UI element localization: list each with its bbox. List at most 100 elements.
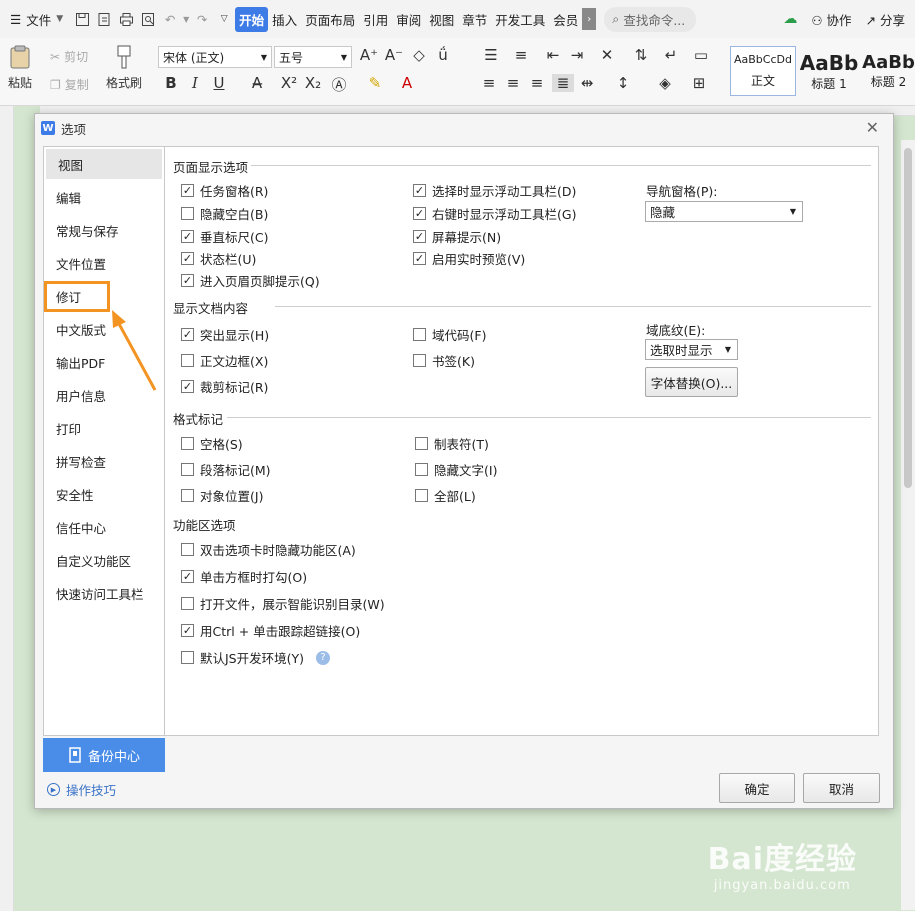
double-click-hide-ribbon-checkbox[interactable]: 双击选项卡时隐藏功能区(A) [181,540,356,559]
align-center-icon[interactable]: ≡ [502,74,524,92]
style-heading-2[interactable]: AaBb 标题 2 [862,46,915,96]
sidebar-item-view[interactable]: 视图 [46,149,162,179]
highlight-checkbox[interactable]: ✓ 突出显示(H) [181,325,269,344]
subscript-icon[interactable]: X₂ [302,74,324,92]
table-border-icon[interactable]: ⊞ [688,74,710,92]
undo-dropdown-icon[interactable]: ▼ [181,8,191,30]
ctrl-click-hyperlink-checkbox[interactable]: ✓ 用Ctrl + 单击跟踪超链接(O) [181,621,360,640]
screen-tips-checkbox[interactable]: ✓ 屏幕提示(N) [413,227,501,246]
tab-section[interactable]: 章节 [458,10,491,29]
float-toolbar-rightclick-checkbox[interactable]: ✓ 右键时显示浮动工具栏(G) [413,204,576,223]
print-preview-icon[interactable] [137,8,159,30]
style-heading-1[interactable]: AaBb 标题 1 [797,46,861,96]
italic-icon[interactable]: I [184,74,206,92]
share-button[interactable]: ↗ 分享 [866,10,905,29]
copy-button[interactable]: ❐ 复制 [50,76,89,93]
bookmarks-checkbox[interactable]: 书签(K) [413,351,475,370]
vertical-ruler[interactable] [0,106,14,911]
style-normal[interactable]: AaBbCcDd 正文 [730,46,796,96]
all-marks-checkbox[interactable]: 全部(L) [415,486,476,505]
format-painter-button[interactable]: 格式刷 [106,44,142,91]
justify-icon[interactable]: ≣ [552,74,574,92]
status-bar-checkbox[interactable]: ✓ 状态栏(U) [181,249,256,268]
header-footer-hint-checkbox[interactable]: ✓ 进入页眉页脚提示(Q) [181,271,320,290]
text-boundaries-checkbox[interactable]: 正文边框(X) [181,351,268,370]
cancel-button[interactable]: 取消 [803,773,880,803]
field-codes-checkbox[interactable]: 域代码(F) [413,325,486,344]
phonetic-guide-icon[interactable]: ǘ [432,46,454,64]
sidebar-item-customize-ribbon[interactable]: 自定义功能区 [44,545,162,575]
spaces-checkbox[interactable]: 空格(S) [181,434,243,453]
customize-quick-access-icon[interactable]: ▽ [213,8,235,30]
more-tabs-icon[interactable]: › [582,8,597,30]
bold-icon[interactable]: B [160,74,182,92]
sidebar-item-spell-check[interactable]: 拼写检查 [44,446,162,476]
redo-icon[interactable]: ↷ [191,8,213,30]
click-box-check-checkbox[interactable]: ✓ 单击方框时打勾(O) [181,567,307,586]
strikethrough-icon[interactable]: A̶ [246,74,268,92]
print-icon[interactable] [115,8,137,30]
command-search[interactable]: ⌕ 查找命令... [604,6,697,32]
clear-format-icon[interactable]: ◇ [408,46,430,64]
ok-button[interactable]: 确定 [719,773,795,803]
tab-member[interactable]: 会员 [549,10,582,29]
float-toolbar-select-checkbox[interactable]: ✓ 选择时显示浮动工具栏(D) [413,181,576,200]
increase-indent-icon[interactable]: ⇥ [566,46,588,64]
tab-insert[interactable]: 插入 [268,10,301,29]
bullet-list-icon[interactable]: ☰ [480,46,502,64]
highlight-color-icon[interactable]: ✎ [364,74,386,92]
crop-marks-checkbox[interactable]: ✓ 裁剪标记(R) [181,377,268,396]
sidebar-item-edit[interactable]: 编辑 [44,182,162,212]
shrink-font-icon[interactable]: A⁻ [383,46,405,64]
tab-page-layout[interactable]: 页面布局 [301,10,359,29]
underline-icon[interactable]: U [208,74,230,92]
collaborate-button[interactable]: ⚇ 协作 [811,10,851,29]
live-preview-checkbox[interactable]: ✓ 启用实时预览(V) [413,249,525,268]
show-marks-icon[interactable]: ↵ [660,46,682,64]
cut-button[interactable]: ✂ 剪切 [50,48,88,65]
vertical-ruler-checkbox[interactable]: ✓ 垂直标尺(C) [181,227,268,246]
tab-view[interactable]: 视图 [425,10,458,29]
smart-toc-checkbox[interactable]: 打开文件，展示智能识别目录(W) [181,594,385,613]
export-pdf-icon[interactable] [93,8,115,30]
font-family-select[interactable]: 宋体 (正文) ▼ [158,46,272,68]
tab-home[interactable]: 开始 [235,6,269,32]
font-size-select[interactable]: 五号 ▼ [274,46,352,68]
tab-references[interactable]: 引用 [359,10,392,29]
text-effect-icon[interactable]: Ⓐ [328,74,350,95]
field-shading-select[interactable]: 选取时显示 ▼ [645,339,738,360]
default-js-env-checkbox[interactable]: 默认JS开发环境(Y)? [181,648,331,667]
backup-center-button[interactable]: 备份中心 [43,738,165,772]
sidebar-item-general-save[interactable]: 常规与保存 [44,215,162,245]
paste-button[interactable]: 粘贴 [8,44,32,91]
tab-characters-checkbox[interactable]: 制表符(T) [415,434,489,453]
align-right-icon[interactable]: ≡ [526,74,548,92]
sidebar-item-print[interactable]: 打印 [44,413,162,443]
chinese-layout-icon[interactable]: ✕ [596,46,618,64]
tips-link[interactable]: ▶ 操作技巧 [47,780,116,799]
font-color-icon[interactable]: A [396,74,418,92]
sidebar-item-security[interactable]: 安全性 [44,479,162,509]
font-substitution-button[interactable]: 字体替换(O)... [645,367,738,397]
task-pane-checkbox[interactable]: ✓ 任务窗格(R) [181,181,268,200]
numbered-list-icon[interactable]: ≡ [510,46,532,64]
paragraph-marks-checkbox[interactable]: 段落标记(M) [181,460,271,479]
sidebar-item-file-location[interactable]: 文件位置 [44,248,162,278]
hide-whitespace-checkbox[interactable]: 隐藏空白(B) [181,204,268,223]
file-menu[interactable]: ☰ 文件 ▼ [0,10,71,29]
decrease-indent-icon[interactable]: ⇤ [542,46,564,64]
sidebar-item-trust-center[interactable]: 信任中心 [44,512,162,542]
borders-icon[interactable]: ▭ [690,46,712,64]
close-icon[interactable]: ✕ [866,118,879,137]
object-anchors-checkbox[interactable]: 对象位置(J) [181,486,263,505]
shading-icon[interactable]: ◈ [654,74,676,92]
scrollbar-thumb[interactable] [904,148,912,488]
sort-icon[interactable]: ⇅ [630,46,652,64]
align-left-icon[interactable]: ≡ [478,74,500,92]
nav-pane-select[interactable]: 隐藏 ▼ [645,201,803,222]
hidden-text-checkbox[interactable]: 隐藏文字(I) [415,460,497,479]
tab-developer[interactable]: 开发工具 [491,10,549,29]
distribute-icon[interactable]: ⇹ [576,74,598,92]
sidebar-item-quick-access-toolbar[interactable]: 快速访问工具栏 [44,578,162,608]
tab-review[interactable]: 审阅 [392,10,425,29]
